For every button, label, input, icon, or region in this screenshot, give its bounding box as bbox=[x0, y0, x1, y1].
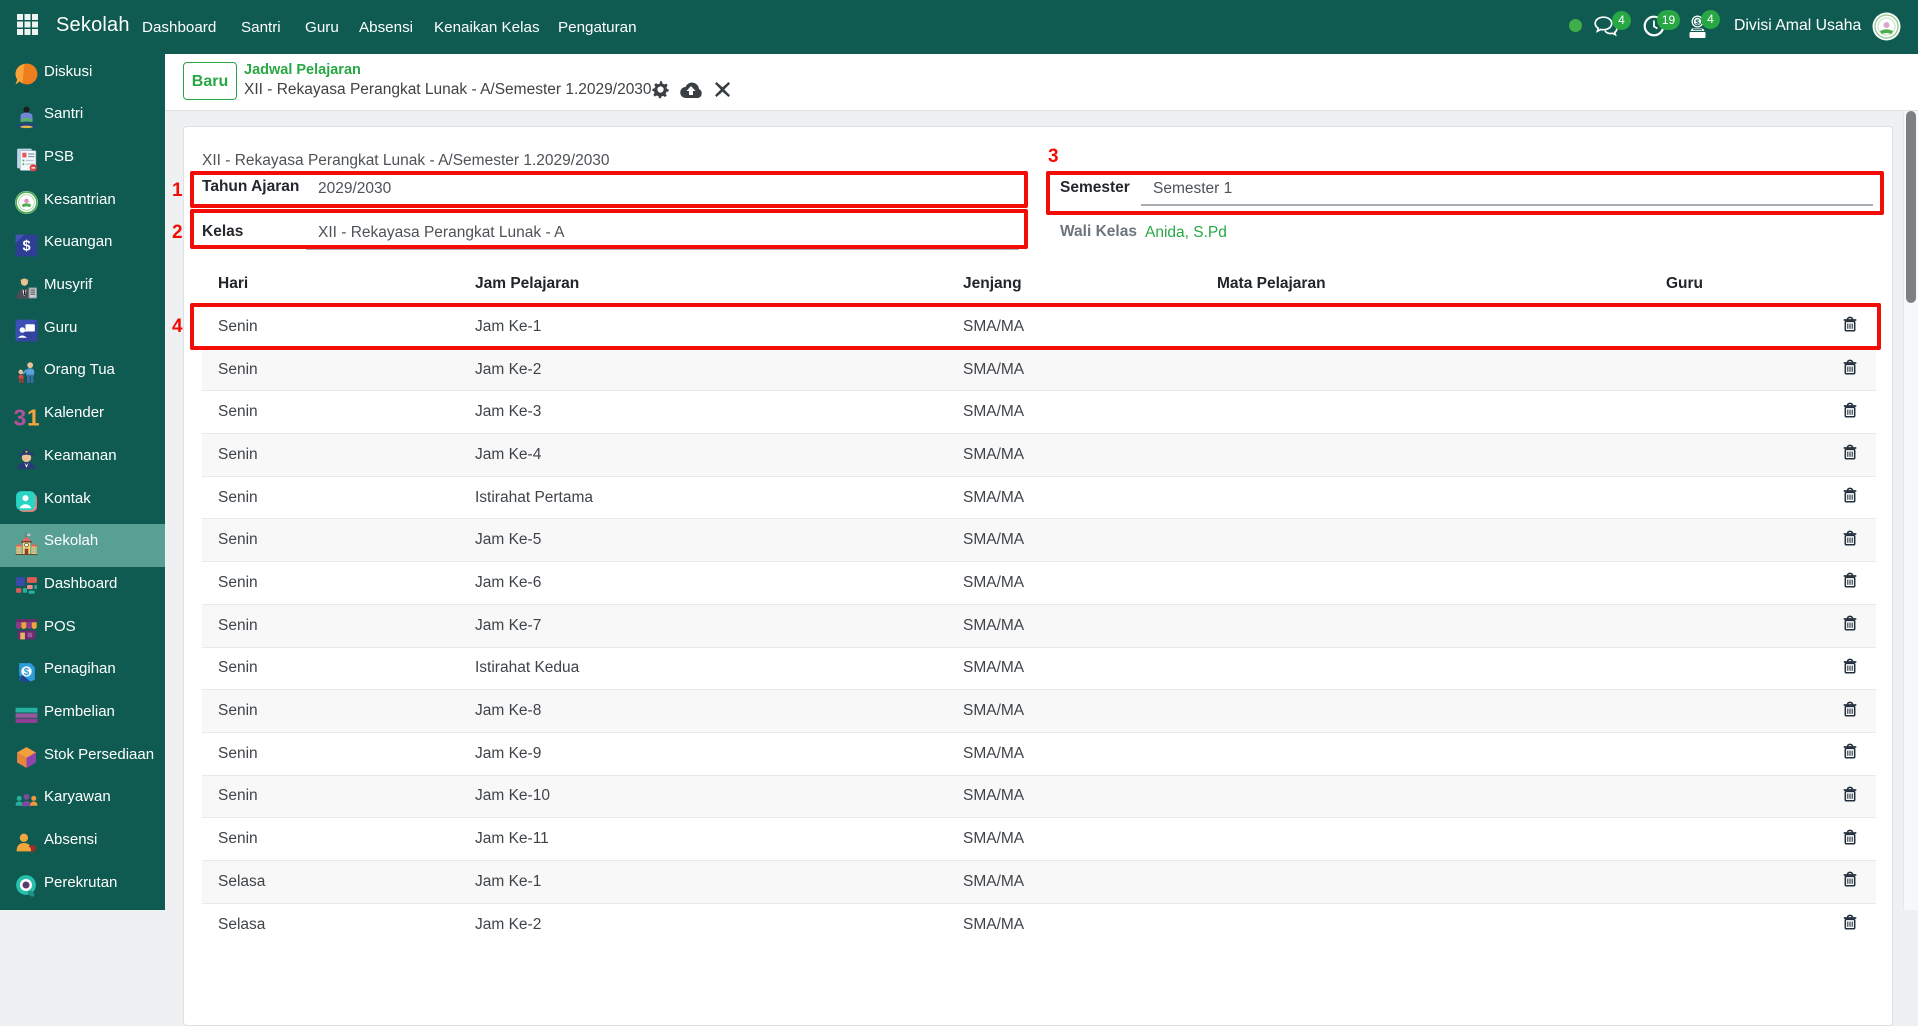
svg-text:1: 1 bbox=[27, 404, 39, 429]
svg-text:3: 3 bbox=[14, 404, 26, 429]
svg-text:$: $ bbox=[22, 239, 30, 255]
svg-text:$: $ bbox=[24, 667, 30, 678]
